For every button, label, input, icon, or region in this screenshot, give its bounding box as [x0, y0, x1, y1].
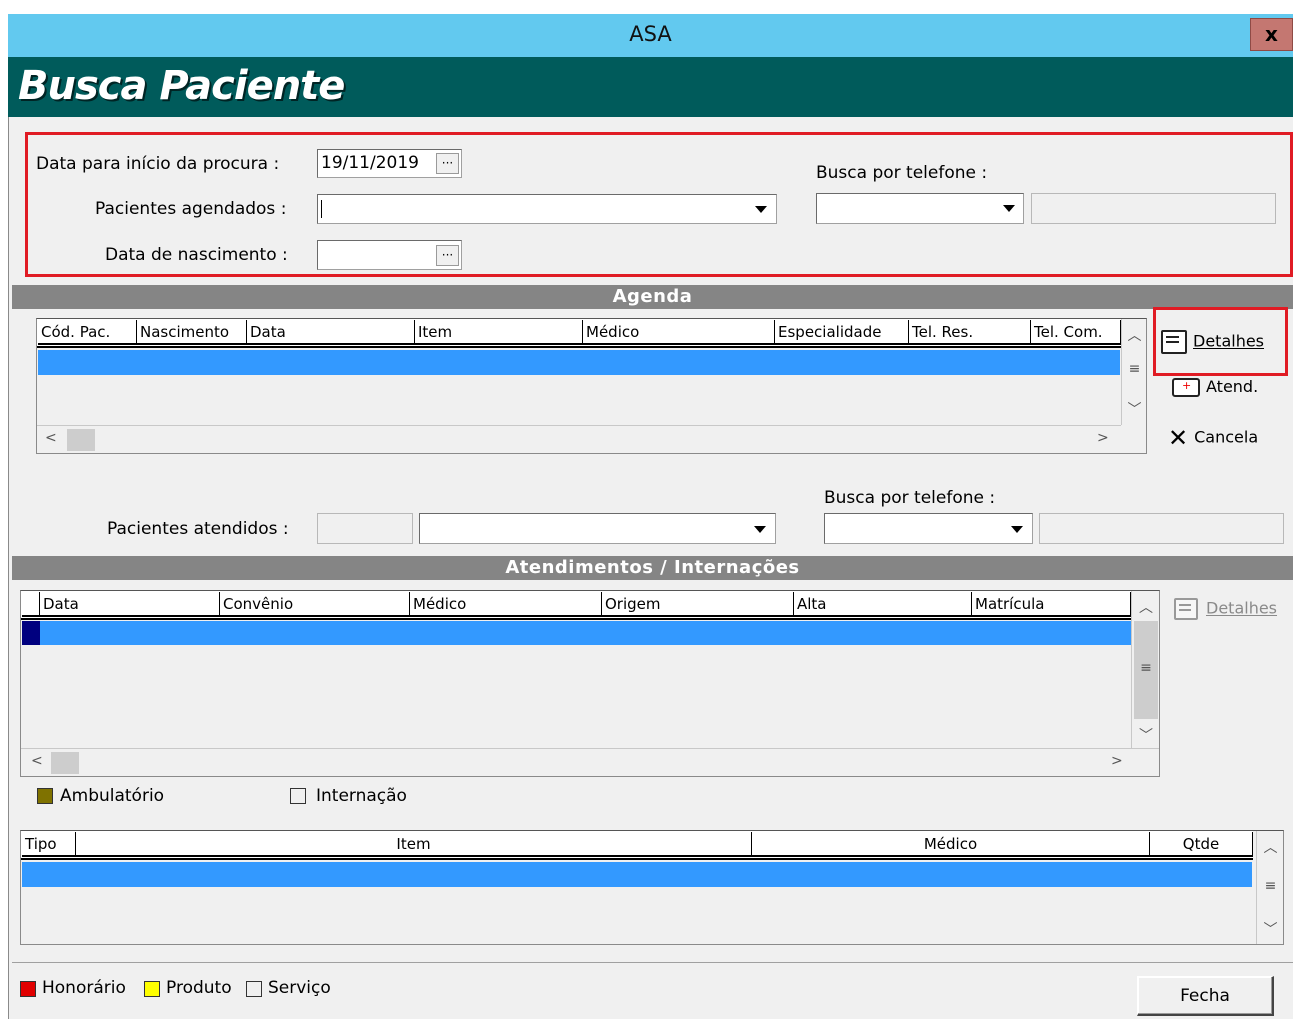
scroll-up-icon[interactable]: ︿	[1132, 597, 1160, 617]
agenda-section-title: Agenda	[12, 285, 1293, 309]
atend-label: Atend.	[1206, 377, 1259, 396]
scroll-up-icon[interactable]: ︿	[1122, 325, 1147, 345]
honorario-label: Honorário	[42, 978, 126, 998]
chevron-down-icon[interactable]	[1011, 526, 1023, 533]
atendidos-telefone-type-select[interactable]	[824, 513, 1033, 544]
document-icon	[1174, 598, 1198, 620]
agenda-col-item[interactable]: Item	[415, 320, 583, 345]
atendimentos-detalhes-label: Detalhes	[1206, 598, 1278, 618]
ambulatorio-label: Ambulatório	[60, 786, 165, 806]
atendimentos-col-data[interactable]: Data	[40, 592, 220, 617]
agenda-col-cod-pac[interactable]: Cód. Pac.	[38, 320, 137, 345]
page-title: Busca Paciente	[18, 63, 345, 109]
detalhes-label: Detalhes	[1193, 331, 1265, 351]
chevron-down-icon[interactable]	[1003, 205, 1015, 212]
atendimentos-col-medico[interactable]: Médico	[410, 592, 602, 617]
atendidos-telefone-input[interactable]	[1039, 513, 1284, 544]
atendimentos-detalhes-button[interactable]: Detalhes	[1174, 598, 1277, 620]
items-col-item[interactable]: Item	[76, 832, 752, 857]
atendimentos-selected-row[interactable]	[40, 621, 1131, 645]
agenda-col-tel-res[interactable]: Tel. Res.	[909, 320, 1031, 345]
data-inicio-label: Data para início da procura :	[36, 154, 280, 174]
cancela-label: Cancela	[1194, 427, 1259, 447]
atendimentos-col-origem[interactable]: Origem	[602, 592, 794, 617]
scroll-up-icon[interactable]: ︿	[1257, 837, 1284, 857]
agendados-label: Pacientes agendados :	[95, 199, 287, 219]
servico-label: Serviço	[268, 978, 331, 998]
agenda-vertical-scrollbar[interactable]: ︿ ≡ ﹀	[1121, 319, 1146, 425]
atendimentos-col-indicator	[22, 592, 40, 617]
atendidos-select[interactable]	[419, 513, 776, 544]
cancela-button[interactable]: ✕ Cancela	[1168, 424, 1258, 452]
telefone-input[interactable]	[1031, 193, 1276, 224]
agenda-col-data[interactable]: Data	[247, 320, 415, 345]
footer-divider	[12, 962, 1293, 963]
agenda-grid[interactable]: Cód. Pac. Nascimento Data Item Médico Es…	[36, 318, 1147, 454]
items-col-qtde[interactable]: Qtde	[1150, 832, 1253, 857]
items-selected-row[interactable]	[22, 862, 1252, 887]
produto-label: Produto	[166, 978, 232, 998]
scroll-thumb[interactable]	[67, 429, 95, 451]
items-grid[interactable]: Tipo Item Médico Qtde ︿ ≡ ﹀	[20, 830, 1284, 945]
agenda-col-tel-com[interactable]: Tel. Com.	[1031, 320, 1121, 345]
scroll-grip-icon[interactable]: ≡	[1132, 660, 1160, 676]
atend-button[interactable]: + Atend.	[1172, 377, 1258, 397]
atendimentos-grid[interactable]: Data Convênio Médico Origem Alta Matrícu…	[20, 590, 1160, 777]
agenda-col-nascimento[interactable]: Nascimento	[137, 320, 247, 345]
scroll-grip-icon[interactable]: ≡	[1257, 878, 1284, 894]
agenda-detalhes-button[interactable]: Detalhes	[1161, 330, 1264, 354]
nascimento-label: Data de nascimento :	[105, 245, 288, 265]
atendidos-telefone-label: Busca por telefone :	[824, 488, 996, 508]
honorario-swatch	[20, 981, 36, 997]
scroll-left-icon[interactable]: <	[31, 753, 43, 769]
text-cursor	[321, 200, 322, 218]
data-inicio-value: 19/11/2019	[321, 153, 419, 173]
window-title: ASA	[629, 22, 672, 46]
scroll-thumb[interactable]	[51, 752, 79, 774]
internacao-swatch	[290, 788, 306, 804]
servico-swatch	[246, 981, 262, 997]
items-col-tipo[interactable]: Tipo	[22, 832, 76, 857]
agenda-horizontal-scrollbar[interactable]: < >	[37, 425, 1121, 453]
agendados-select[interactable]	[317, 194, 777, 224]
telefone-type-select[interactable]	[816, 193, 1024, 224]
atendidos-code-field[interactable]	[317, 513, 413, 544]
produto-swatch	[144, 981, 160, 997]
row-indicator	[22, 621, 40, 645]
data-inicio-picker-button[interactable]: ···	[436, 153, 459, 174]
scroll-right-icon[interactable]: >	[1111, 753, 1123, 769]
atendimentos-col-alta[interactable]: Alta	[794, 592, 972, 617]
scroll-down-icon[interactable]: ﹀	[1257, 919, 1284, 939]
items-col-medico[interactable]: Médico	[752, 832, 1150, 857]
atendimentos-horizontal-scrollbar[interactable]: < >	[21, 748, 1159, 776]
scroll-left-icon[interactable]: <	[45, 430, 57, 446]
scroll-grip-icon[interactable]: ≡	[1122, 361, 1147, 377]
scroll-right-icon[interactable]: >	[1097, 430, 1109, 446]
internacao-label: Internação	[316, 786, 407, 806]
agenda-selected-row[interactable]	[38, 350, 1120, 375]
close-icon: ✕	[1168, 424, 1189, 452]
close-button[interactable]: x	[1250, 18, 1293, 51]
atendimentos-col-matricula[interactable]: Matrícula	[972, 592, 1131, 617]
agenda-col-especialidade[interactable]: Especialidade	[775, 320, 909, 345]
scroll-down-icon[interactable]: ﹀	[1132, 725, 1160, 745]
chevron-down-icon[interactable]	[755, 206, 767, 213]
document-icon	[1161, 330, 1187, 354]
scroll-down-icon[interactable]: ﹀	[1122, 399, 1147, 419]
atendimentos-vertical-scrollbar[interactable]: ︿ ≡ ﹀	[1131, 591, 1159, 748]
ambulance-icon: +	[1172, 378, 1200, 397]
atendimentos-col-convenio[interactable]: Convênio	[220, 592, 410, 617]
fecha-button[interactable]: Fecha	[1137, 976, 1274, 1016]
agenda-col-medico[interactable]: Médico	[583, 320, 775, 345]
atendimentos-section-title: Atendimentos / Internações	[12, 556, 1293, 580]
ambulatorio-swatch	[37, 788, 53, 804]
items-vertical-scrollbar[interactable]: ︿ ≡ ﹀	[1256, 831, 1283, 944]
chevron-down-icon[interactable]	[754, 526, 766, 533]
telefone-label: Busca por telefone :	[816, 163, 988, 183]
nascimento-picker-button[interactable]: ···	[436, 245, 459, 266]
atendidos-label: Pacientes atendidos :	[107, 519, 289, 539]
